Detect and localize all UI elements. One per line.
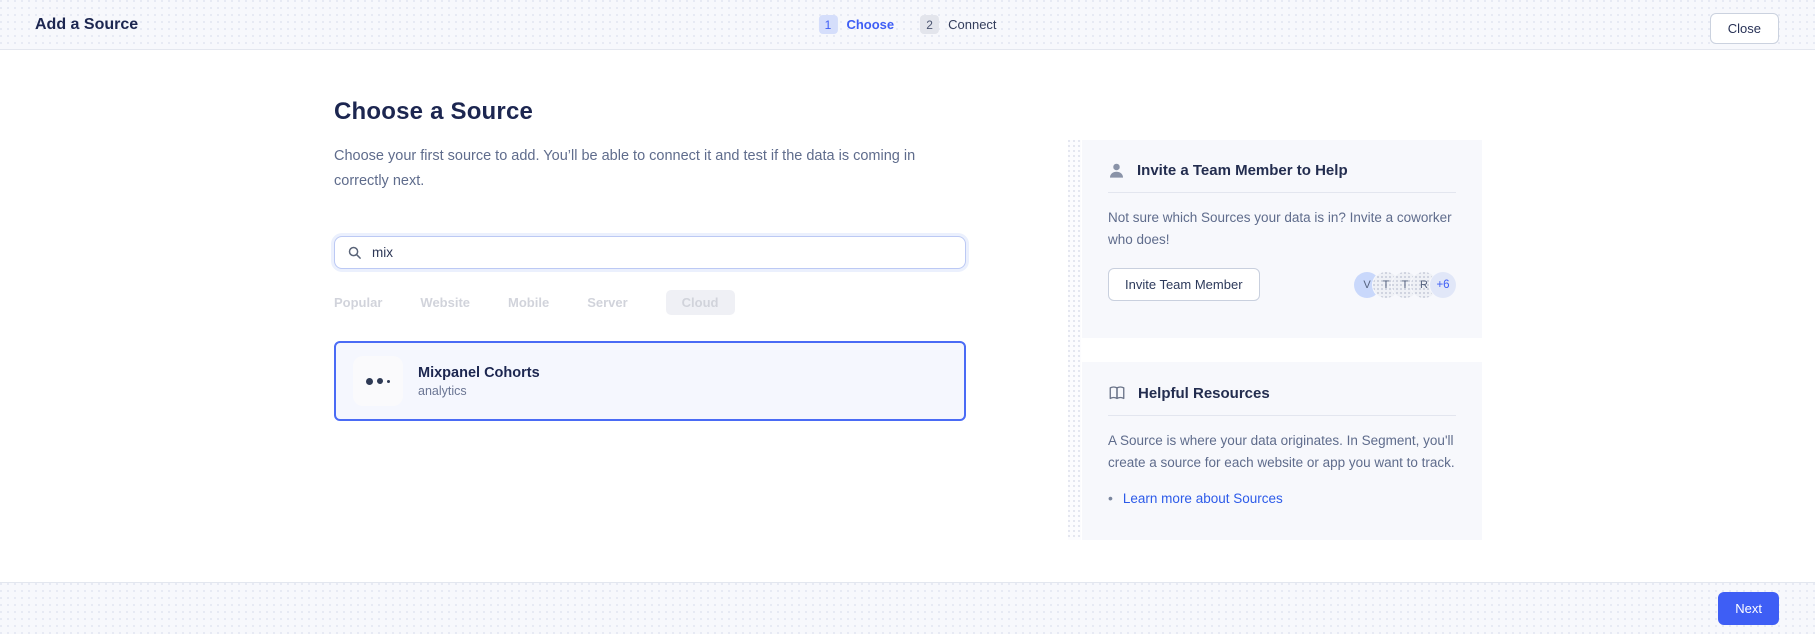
source-name: Mixpanel Cohorts: [418, 365, 540, 381]
dotted-divider-strip: [1068, 140, 1081, 540]
tab-server[interactable]: Server: [587, 295, 627, 310]
invite-action-row: Invite Team Member V T T R +6: [1108, 268, 1456, 301]
avatar-overflow-badge: +6: [1430, 272, 1456, 298]
invite-team-card: Invite a Team Member to Help Not sure wh…: [1082, 140, 1482, 338]
invite-card-title: Invite a Team Member to Help: [1137, 162, 1348, 179]
page-description: Choose your first source to add. You’ll …: [334, 144, 934, 194]
add-source-page: Add a Source 1 Choose 2 Connect Close Ch…: [0, 0, 1815, 634]
team-avatar-stack: V T T R +6: [1354, 272, 1456, 298]
page-title: Choose a Source: [334, 98, 966, 126]
next-button[interactable]: Next: [1718, 592, 1779, 625]
resource-links: • Learn more about Sources: [1108, 490, 1456, 506]
filter-tabs: Popular Website Mobile Server Cloud: [334, 291, 966, 313]
mixpanel-logo-icon: [353, 356, 403, 406]
book-icon: [1108, 384, 1126, 402]
tab-cloud[interactable]: Cloud: [666, 290, 735, 315]
source-result-mixpanel-cohorts[interactable]: Mixpanel Cohorts analytics: [334, 341, 966, 421]
tab-popular[interactable]: Popular: [334, 295, 382, 310]
invite-team-member-button[interactable]: Invite Team Member: [1108, 268, 1260, 301]
resources-card-header: Helpful Resources: [1108, 384, 1456, 416]
bullet-icon: •: [1108, 490, 1113, 506]
close-button[interactable]: Close: [1710, 13, 1779, 44]
top-bar: Add a Source 1 Choose 2 Connect Close: [0, 0, 1815, 50]
invite-card-body: Not sure which Sources your data is in? …: [1108, 207, 1456, 251]
resources-card-title: Helpful Resources: [1138, 385, 1270, 402]
person-icon: [1108, 162, 1125, 179]
search-icon: [347, 245, 362, 260]
source-category: analytics: [418, 384, 540, 398]
content-area: Choose a Source Choose your first source…: [0, 50, 1815, 582]
step-connect-number: 2: [920, 15, 939, 34]
invite-card-header: Invite a Team Member to Help: [1108, 162, 1456, 193]
step-choose-label: Choose: [846, 17, 894, 32]
bottom-bar: Next: [0, 582, 1815, 634]
source-search-box[interactable]: [334, 236, 966, 269]
main-column: Choose a Source Choose your first source…: [334, 50, 966, 421]
step-connect-label: Connect: [948, 17, 996, 32]
wizard-stepper: 1 Choose 2 Connect: [818, 0, 996, 49]
help-sidebar: Invite a Team Member to Help Not sure wh…: [1082, 140, 1482, 540]
step-connect[interactable]: 2 Connect: [920, 15, 996, 34]
step-choose-number: 1: [818, 15, 837, 34]
learn-more-sources-link[interactable]: Learn more about Sources: [1123, 491, 1283, 506]
resource-list-item: • Learn more about Sources: [1108, 490, 1456, 506]
tab-website[interactable]: Website: [420, 295, 470, 310]
search-input[interactable]: [372, 245, 953, 260]
source-text: Mixpanel Cohorts analytics: [418, 365, 540, 398]
resources-card-body: A Source is where your data originates. …: [1108, 430, 1456, 474]
window-title: Add a Source: [35, 16, 138, 34]
step-choose[interactable]: 1 Choose: [818, 15, 894, 34]
tab-mobile[interactable]: Mobile: [508, 295, 549, 310]
helpful-resources-card: Helpful Resources A Source is where your…: [1082, 362, 1482, 540]
